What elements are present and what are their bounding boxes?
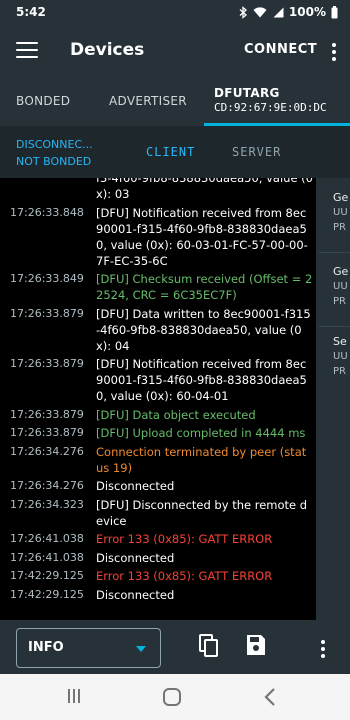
copy-icon[interactable]	[199, 634, 219, 658]
log-timestamp: 17:26:33.879	[10, 426, 84, 439]
log-timestamp: 17:26:41.038	[10, 550, 84, 564]
connect-button[interactable]: CONNECT	[244, 42, 317, 57]
battery-icon	[331, 5, 338, 18]
signal-icon	[273, 7, 284, 17]
divider	[319, 326, 350, 327]
log-timestamp	[0, 178, 96, 202]
log-entry: 17:26:33.879 [DFU] Data object executed	[0, 407, 319, 426]
log-message: Error 133 (0x85): GATT ERROR	[96, 532, 273, 546]
log-timestamp: 17:26:41.038	[10, 532, 84, 545]
status-bar: 5:42 100%	[0, 0, 350, 26]
services-panel[interactable]: Ge UU PR Ge UU PR Se UU PR	[319, 178, 350, 620]
service-item[interactable]: Se UU PR	[333, 334, 348, 379]
log-message: Disconnected	[96, 587, 175, 602]
more-vert-icon[interactable]	[332, 43, 336, 64]
tab-device-address: CD:92:67:9E:0D:DC	[214, 101, 327, 114]
back-icon[interactable]	[264, 687, 276, 707]
log-timestamp: 17:26:33.879	[10, 407, 84, 421]
service-detail: PR	[333, 366, 346, 377]
log-entry: 17:26:34.276 Connection terminated by pee…	[0, 444, 319, 479]
log-message: Disconnected	[96, 479, 175, 493]
log-entry: 17:26:41.038 Error 133 (0x85): GATT ERROR	[0, 531, 319, 550]
service-name: Ge	[333, 265, 349, 278]
log-entry: 17:42:29.125 Disconnected	[0, 587, 319, 606]
save-icon[interactable]	[246, 634, 266, 656]
log-message: Connection terminated by peer (status 19…	[96, 444, 307, 475]
service-detail: UU	[333, 207, 348, 218]
service-detail: PR	[333, 296, 346, 307]
page-title: Devices	[70, 40, 145, 60]
connection-bar: DISCONNEC... NOT BONDED CLIENT SERVER	[0, 126, 350, 178]
log-entry: 17:26:33.848 [DFU] Notification received …	[0, 205, 319, 272]
toolbar-more-vert-icon[interactable]	[321, 640, 325, 661]
tab-client[interactable]: CLIENT	[146, 145, 195, 159]
status-icons: 100%	[239, 5, 338, 19]
bluetooth-icon	[239, 5, 247, 19]
log-entry: 17:26:33.879 [DFU] Upload completed in 44…	[0, 425, 319, 444]
tab-bonded[interactable]: BONDED	[16, 94, 70, 108]
log-level-select[interactable]: INFO	[16, 628, 161, 668]
log-timestamp: 17:42:29.125	[10, 569, 84, 582]
app-bar: Devices CONNECT	[0, 26, 350, 76]
log-message: Disconnected	[96, 550, 175, 565]
log-entry: 17:26:33.849 [DFU] Checksum received (Off…	[0, 271, 319, 306]
connection-status-text: DISCONNEC...	[16, 138, 93, 151]
service-detail: UU	[333, 281, 348, 292]
system-nav-bar	[0, 674, 350, 720]
log-entry: 17:42:29.125 Error 133 (0x85): GATT ERROR	[0, 568, 319, 587]
log-panel[interactable]: f3-4f60-9fb8-838830daea50, value (0x): 0…	[0, 178, 319, 620]
hamburger-menu-icon[interactable]	[16, 42, 38, 60]
tab-device[interactable]: DFUTARG CD:92:67:9E:0D:DC	[214, 86, 327, 114]
log-message: [DFU] Upload completed in 4444 ms	[96, 426, 306, 440]
device-tabs: BONDED ADVERTISER DFUTARG CD:92:67:9E:0D…	[0, 76, 350, 126]
status-time: 5:42	[16, 5, 46, 19]
log-timestamp: 17:26:34.323	[10, 497, 84, 511]
log-message: [DFU] Data object executed	[96, 407, 256, 422]
battery-percent: 100%	[288, 5, 326, 19]
log-message: [DFU] Notification received from 8ec9000…	[96, 205, 308, 268]
log-timestamp: 17:26:33.879	[10, 357, 84, 370]
log-timestamp: 17:26:33.849	[10, 272, 84, 285]
log-message: [DFU] Data written to 8ec90001-f315-4f60…	[96, 306, 311, 353]
log-message: Error 133 (0x85): GATT ERROR	[96, 569, 273, 583]
log-entry: 17:26:41.038 Disconnected	[0, 550, 319, 569]
log-message: [DFU] Notification received from 8ec9000…	[96, 357, 307, 403]
tab-advertiser[interactable]: ADVERTISER	[109, 94, 187, 108]
tab-device-name: DFUTARG	[214, 86, 280, 100]
recents-icon[interactable]	[66, 688, 82, 704]
dropdown-caret-icon	[136, 646, 146, 652]
bond-status-text: NOT BONDED	[16, 155, 92, 168]
log-message: f3-4f60-9fb8-838830daea50, value (0x): 0…	[96, 178, 313, 201]
log-timestamp: 17:42:29.125	[10, 587, 84, 601]
service-name: Se	[333, 335, 347, 348]
service-detail: UU	[333, 351, 348, 362]
log-entry: f3-4f60-9fb8-838830daea50, value (0x): 0…	[0, 178, 319, 205]
log-timestamp: 17:26:34.276	[10, 444, 84, 458]
log-timestamp: 17:26:33.848	[10, 205, 84, 219]
divider	[319, 252, 350, 253]
service-detail: PR	[333, 222, 346, 233]
tab-server[interactable]: SERVER	[232, 145, 281, 159]
service-name: Ge	[333, 191, 349, 204]
service-item[interactable]: Ge UU PR	[333, 190, 348, 235]
log-entry: 17:26:33.879 [DFU] Notification received …	[0, 356, 319, 407]
wifi-icon	[253, 6, 267, 17]
home-icon[interactable]	[162, 687, 182, 707]
log-entry: 17:26:34.323 [DFU] Disconnected by the re…	[0, 497, 319, 532]
log-timestamp: 17:26:34.276	[10, 479, 84, 492]
log-level-value: INFO	[28, 640, 64, 655]
log-entry: 17:26:33.879 [DFU] Data written to 8ec900…	[0, 306, 319, 357]
log-list: f3-4f60-9fb8-838830daea50, value (0x): 0…	[0, 178, 319, 605]
log-entry: 17:26:34.276 Disconnected	[0, 478, 319, 497]
service-item[interactable]: Ge UU PR	[333, 264, 348, 309]
connection-state: DISCONNEC... NOT BONDED	[16, 136, 93, 170]
log-message: [DFU] Disconnected by the remote device	[96, 497, 308, 528]
log-message: [DFU] Checksum received (Offset = 22524,…	[96, 272, 313, 302]
log-timestamp: 17:26:33.879	[10, 306, 84, 320]
log-toolbar: INFO	[0, 620, 350, 674]
